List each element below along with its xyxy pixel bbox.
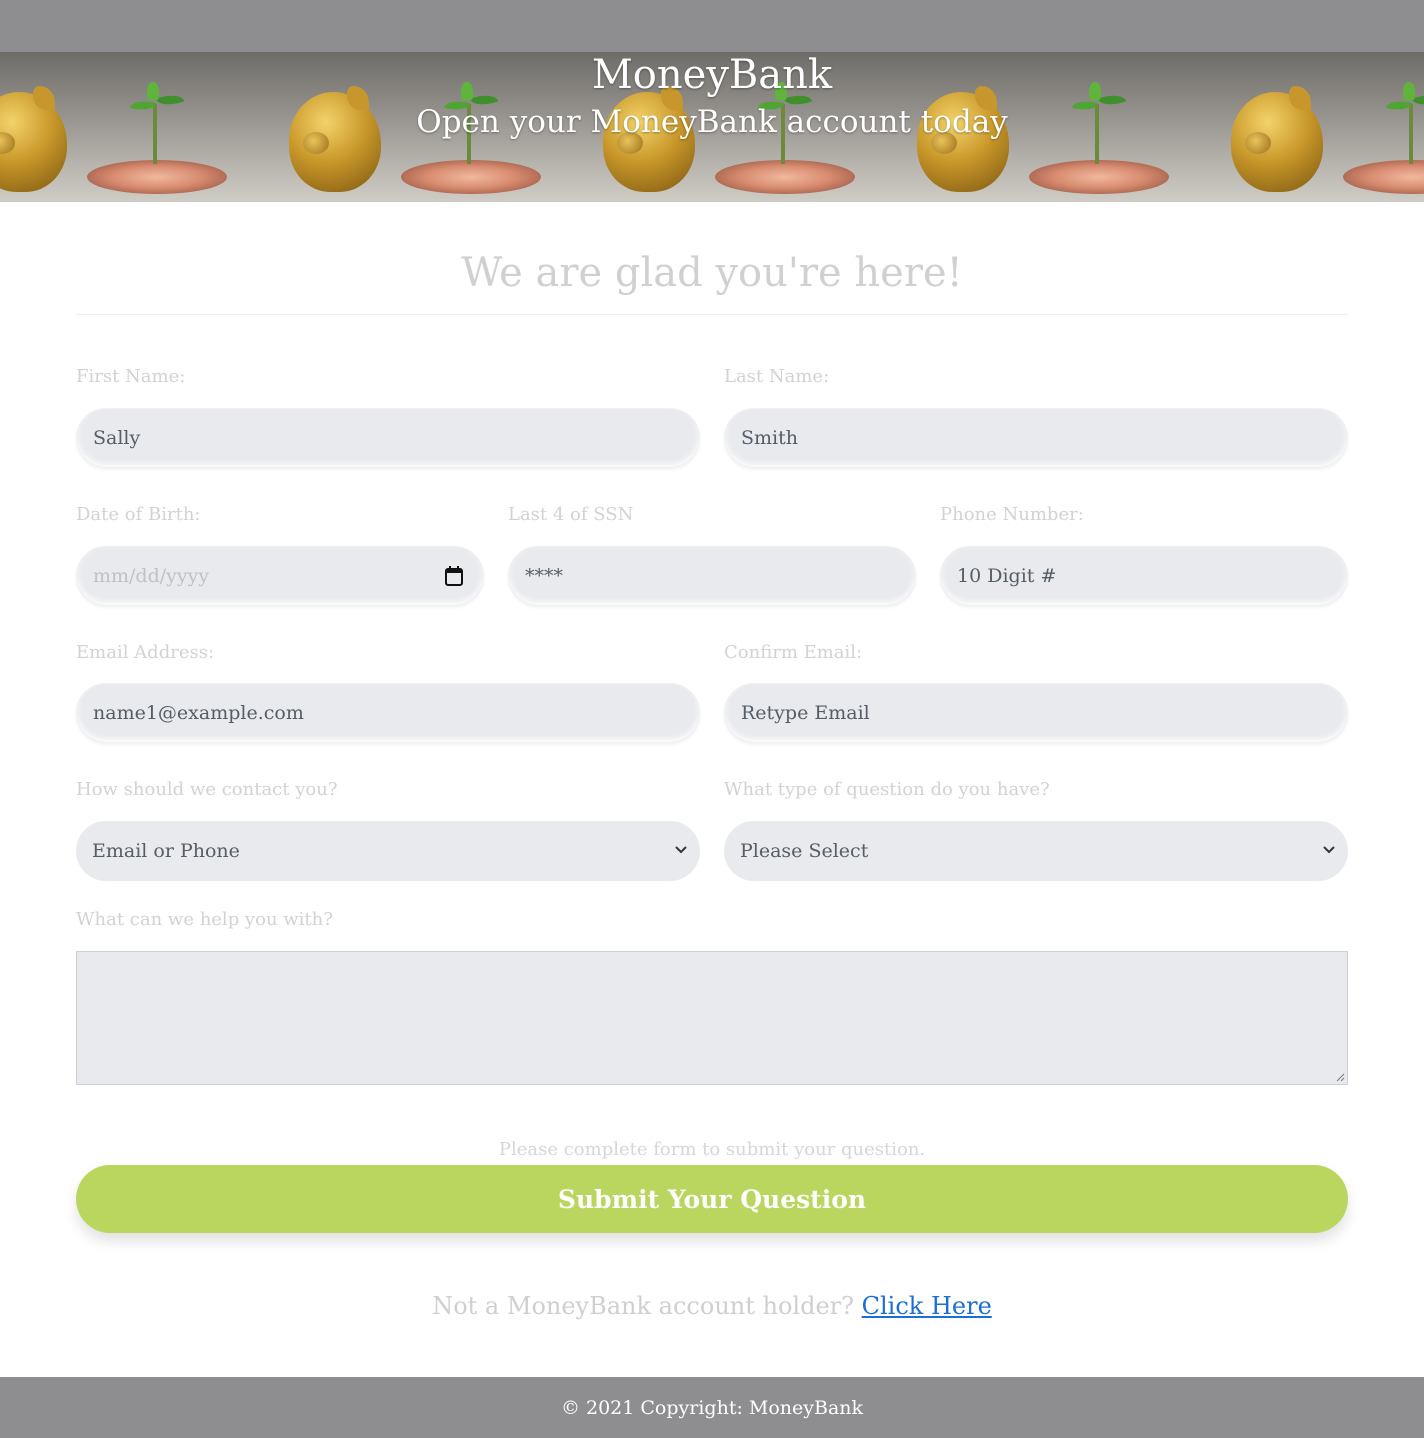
site-subtitle: Open your MoneyBank account today [416,104,1008,140]
confirm-email-input[interactable]: Retype Email [724,683,1348,743]
site-title: MoneyBank [591,52,833,98]
not-holder-text: Not a MoneyBank account holder? [432,1292,854,1320]
last-name-input[interactable]: Smith [724,408,1348,468]
footer: © 2021 Copyright: MoneyBank [0,1377,1424,1438]
email-label: Email Address: [76,642,215,663]
chevron-down-icon [1323,846,1335,854]
dob-placeholder: mm/dd/yyyy [93,565,210,587]
coins-image [1343,160,1424,194]
confirm-email-label: Confirm Email: [724,642,863,663]
dob-input[interactable]: mm/dd/yyyy [76,546,484,606]
phone-input[interactable]: 10 Digit # [940,546,1348,606]
question-type-value: Please Select [740,840,869,862]
not-holder-line: Not a MoneyBank account holder? Click He… [0,1292,1424,1320]
heading-divider [76,314,1348,315]
top-bar [0,0,1424,52]
coins-image [715,160,855,194]
contact-method-select[interactable]: Email or Phone [76,821,700,881]
contact-method-value: Email or Phone [92,840,240,862]
resize-handle-icon[interactable] [1335,1072,1345,1082]
contact-method-label: How should we contact you? [76,779,338,800]
question-type-select[interactable]: Please Select [724,821,1348,881]
chevron-down-icon [675,846,687,854]
ssn-label: Last 4 of SSN [508,504,634,525]
coins-image [401,160,541,194]
page-heading: We are glad you're here! [461,250,963,296]
ssn-input[interactable]: **** [508,546,916,606]
click-here-link[interactable]: Click Here [862,1292,992,1320]
coins-image [1029,160,1169,194]
last-name-label: Last Name: [724,366,830,387]
submit-button[interactable]: Submit Your Question [76,1165,1348,1233]
help-textarea[interactable] [76,951,1348,1085]
help-label: What can we help you with? [76,909,333,930]
form-notice: Please complete form to submit your ques… [498,1139,926,1160]
first-name-label: First Name: [76,366,186,387]
dob-label: Date of Birth: [76,504,201,525]
first-name-input[interactable]: Sally [76,408,700,468]
email-input[interactable]: name1@example.com [76,683,700,743]
copyright-text: © 2021 Copyright: MoneyBank [560,1396,864,1419]
calendar-icon[interactable] [445,566,463,586]
question-type-label: What type of question do you have? [724,779,1050,800]
phone-label: Phone Number: [940,504,1084,525]
coins-image [87,160,227,194]
